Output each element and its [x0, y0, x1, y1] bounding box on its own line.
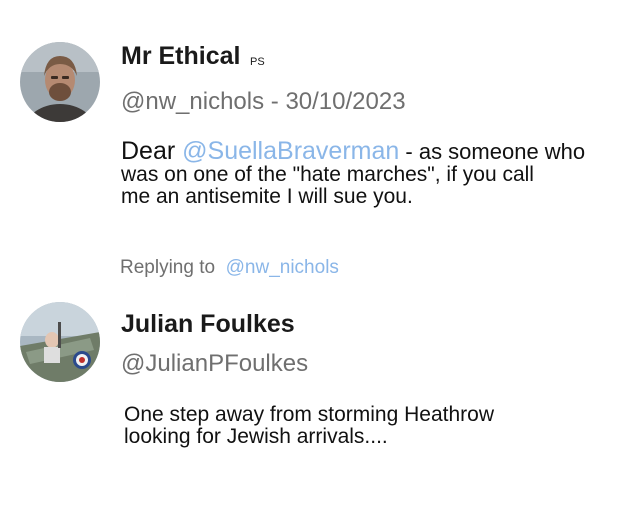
- tweet-thread: Mr Ethical PS @nw_nichols - 30/10/2023 D…: [0, 0, 634, 530]
- author-handle[interactable]: @JulianPFoulkes: [121, 350, 308, 378]
- author-name[interactable]: Mr Ethical: [121, 42, 240, 71]
- author-name[interactable]: Julian Foulkes: [121, 310, 295, 339]
- aircraft-cockpit-photo-icon: [20, 302, 100, 382]
- handle-separator: -: [264, 88, 286, 115]
- tweet-text: One step away from storming Heathrow loo…: [124, 403, 604, 449]
- tweet-text-line1-rest: - as someone who: [399, 139, 586, 164]
- handle-date-line: @nw_nichols - 30/10/2023: [121, 88, 406, 116]
- avatar-mr-ethical[interactable]: [20, 42, 100, 122]
- avatar-julian-foulkes[interactable]: [20, 302, 100, 382]
- tweet-text-line2: was on one of the "hate marches", if you…: [121, 163, 534, 187]
- author-handle[interactable]: @nw_nichols: [121, 88, 264, 115]
- replying-to-label: Replying to: [120, 257, 216, 278]
- tweet-text: Dear @SuellaBraverman - as someone who w…: [121, 138, 621, 208]
- replying-to: Replying to @nw_nichols: [120, 257, 339, 279]
- tweet-text-prefix: Dear: [121, 137, 183, 165]
- author-badge: PS: [250, 56, 265, 68]
- tweet-text-line1: One step away from storming Heathrow: [124, 403, 494, 426]
- tweet-text-line3: me an antisemite I will sue you.: [121, 185, 413, 209]
- tweet-date[interactable]: 30/10/2023: [285, 88, 405, 115]
- replying-to-mention[interactable]: @nw_nichols: [226, 257, 339, 278]
- mention-link[interactable]: @SuellaBraverman: [182, 137, 399, 165]
- person-portrait-icon: [20, 42, 100, 122]
- tweet-text-line2: looking for Jewish arrivals....: [124, 425, 388, 449]
